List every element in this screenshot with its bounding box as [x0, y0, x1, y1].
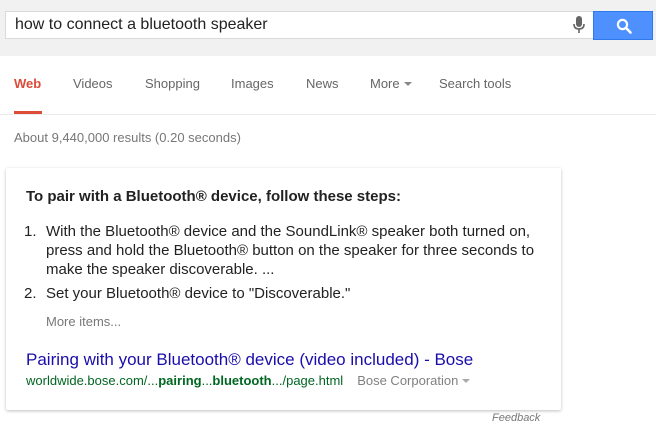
answer-title: To pair with a Bluetooth® device, follow…	[26, 188, 401, 205]
step-text: With the Bluetooth® device and the Sound…	[46, 223, 535, 278]
list-item: 2. Set your Bluetooth® device to "Discov…	[24, 284, 544, 304]
step-number: 2.	[24, 285, 37, 302]
tabs-divider	[0, 114, 656, 115]
chevron-down-icon	[403, 81, 412, 86]
url-part: .../page.html	[271, 373, 344, 388]
list-item: 1. With the Bluetooth® device and the So…	[24, 222, 544, 282]
magnifier-icon	[616, 18, 632, 34]
tab-shopping[interactable]: Shopping	[145, 76, 200, 91]
result-stats: About 9,440,000 results (0.20 seconds)	[14, 130, 241, 145]
tab-search-tools[interactable]: Search tools	[439, 76, 511, 91]
feedback-link[interactable]: Feedback	[492, 412, 540, 424]
search-button[interactable]	[593, 11, 653, 40]
url-part: worldwide.bose.com/...	[26, 373, 159, 388]
search-box	[5, 11, 593, 39]
source-dropdown[interactable]: Bose Corporation	[357, 373, 471, 388]
top-bar	[0, 0, 656, 56]
result-title-link[interactable]: Pairing with your Bluetooth® device (vid…	[26, 350, 473, 370]
tab-more-label: More	[370, 76, 400, 91]
url-highlight: bluetooth	[212, 373, 272, 388]
url-part: ...	[201, 373, 213, 388]
microphone-icon[interactable]	[572, 15, 586, 35]
more-items-link[interactable]: More items...	[46, 314, 121, 329]
step-number: 1.	[24, 223, 37, 240]
tab-images[interactable]: Images	[231, 76, 274, 91]
tab-news[interactable]: News	[306, 76, 339, 91]
tab-videos[interactable]: Videos	[73, 76, 113, 91]
search-input[interactable]	[15, 12, 555, 38]
step-text: Set your Bluetooth® device to "Discovera…	[46, 285, 351, 302]
featured-snippet-card: To pair with a Bluetooth® device, follow…	[6, 168, 561, 410]
url-highlight: pairing	[158, 373, 202, 388]
tab-more[interactable]: More	[370, 76, 412, 91]
result-url: worldwide.bose.com/...pairing...bluetoot…	[26, 373, 471, 388]
tab-web[interactable]: Web	[14, 76, 41, 91]
chevron-down-icon	[462, 378, 471, 383]
search-tabs: Web Videos Shopping Images News More Sea…	[0, 56, 656, 115]
source-label: Bose Corporation	[357, 373, 459, 388]
